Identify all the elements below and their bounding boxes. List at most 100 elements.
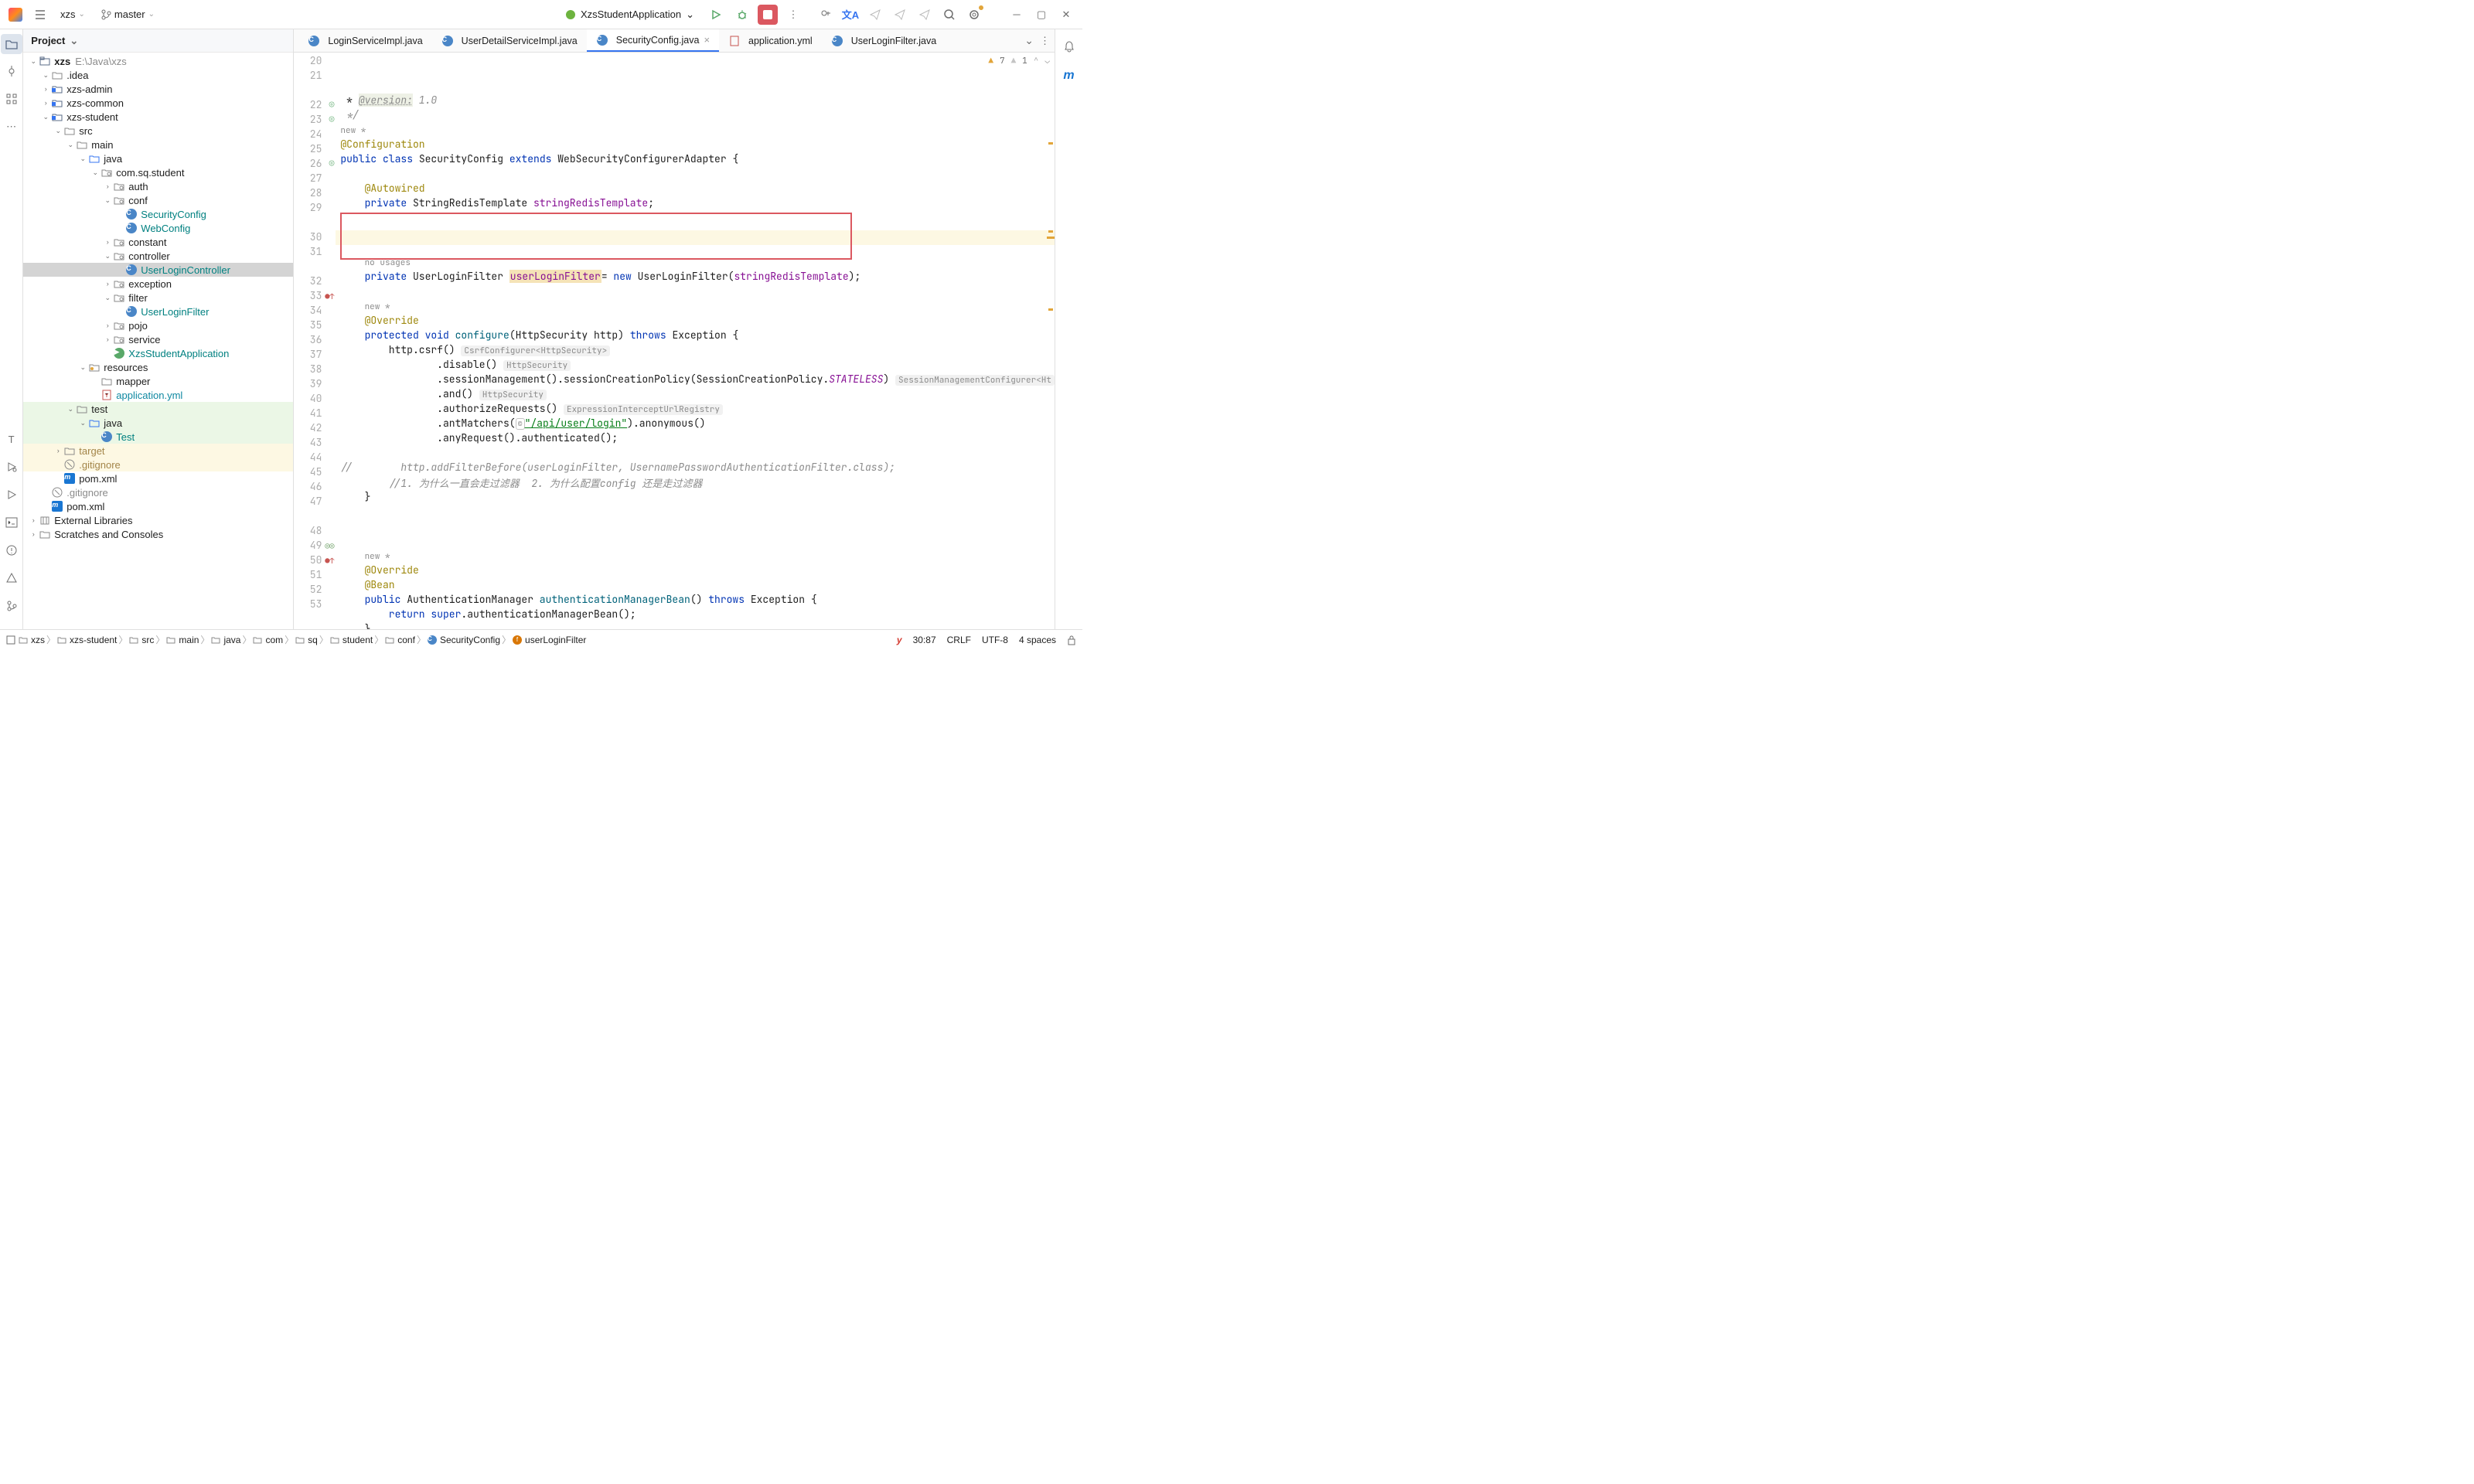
project-crumb[interactable]: xzs⌄: [54, 5, 91, 23]
tree-item[interactable]: ›External Libraries: [23, 513, 293, 527]
code-editor[interactable]: 202122◎23◎242526◎27282930313233●↑3435363…: [294, 53, 1055, 629]
tree-item[interactable]: CUserLoginController: [23, 263, 293, 277]
breadcrumb-item[interactable]: student: [330, 635, 373, 645]
tabs-more-icon[interactable]: ⋮: [1040, 35, 1050, 47]
run-dashboard-button[interactable]: [1, 484, 22, 505]
breadcrumb-toggle[interactable]: [6, 635, 15, 645]
bookmarks-tool-button[interactable]: T: [1, 428, 22, 450]
more-actions-icon[interactable]: ⋮: [782, 4, 804, 26]
terminal-tool-button[interactable]: [1, 512, 22, 533]
send-icon[interactable]: [864, 4, 886, 26]
tree-item[interactable]: ⌄com.sq.student: [23, 165, 293, 179]
build-tool-button[interactable]: [1, 567, 22, 589]
tree-item[interactable]: ⌄java: [23, 416, 293, 430]
translate-icon[interactable]: 文A: [840, 4, 861, 26]
tree-item[interactable]: ⌄xzs-student: [23, 110, 293, 124]
line-separator[interactable]: CRLF: [947, 635, 971, 645]
run-gutter-icon[interactable]: ◎: [329, 114, 335, 125]
editor-gutter[interactable]: 202122◎23◎242526◎27282930313233●↑3435363…: [294, 53, 336, 629]
more-tools-icon[interactable]: ⋯: [1, 116, 22, 138]
run-gutter-icon[interactable]: ◎: [329, 158, 335, 169]
inspection-widget[interactable]: ▲7 ▲1 ^⌄: [988, 56, 1050, 66]
editor-tab[interactable]: CUserLoginFilter.java: [822, 29, 946, 52]
tree-item[interactable]: ›xzs-admin: [23, 82, 293, 96]
tree-item[interactable]: application.yml: [23, 388, 293, 402]
maven-button[interactable]: m: [1058, 65, 1080, 87]
tree-item[interactable]: mpom.xml: [23, 471, 293, 485]
maximize-button[interactable]: ▢: [1030, 4, 1053, 26]
close-button[interactable]: ✕: [1055, 4, 1078, 26]
structure-tool-button[interactable]: [1, 88, 22, 110]
tree-item[interactable]: ⌄.idea: [23, 68, 293, 82]
breadcrumb-item[interactable]: fuserLoginFilter: [513, 635, 586, 645]
app-logo[interactable]: [5, 4, 26, 26]
override-icon[interactable]: ●↑: [325, 556, 334, 566]
tree-item[interactable]: ⌄controller: [23, 249, 293, 263]
vcs-branch-crumb[interactable]: master⌄: [94, 5, 161, 23]
tree-item[interactable]: .gitignore: [23, 458, 293, 471]
editor-tab[interactable]: application.yml: [719, 29, 822, 52]
tree-item[interactable]: ›xzs-common: [23, 96, 293, 110]
tree-item[interactable]: ⌄conf: [23, 193, 293, 207]
tree-item[interactable]: ⌄src: [23, 124, 293, 138]
tree-item[interactable]: ⌄filter: [23, 291, 293, 305]
tree-item[interactable]: .gitignore: [23, 485, 293, 499]
run-config-selector[interactable]: XzsStudentApplication⌄: [559, 5, 700, 24]
tree-item[interactable]: ›exception: [23, 277, 293, 291]
tree-item[interactable]: ›auth: [23, 179, 293, 193]
tree-item[interactable]: ⌄resources: [23, 360, 293, 374]
send-alt-icon[interactable]: [889, 4, 911, 26]
run-button[interactable]: [705, 4, 727, 26]
hamburger-icon[interactable]: [29, 4, 51, 26]
breadcrumb-item[interactable]: java: [211, 635, 240, 645]
editor-scrollbar[interactable]: [1047, 76, 1055, 629]
tree-item[interactable]: ›Scratches and Consoles: [23, 527, 293, 541]
tree-item[interactable]: ⌄java: [23, 151, 293, 165]
tree-item[interactable]: CWebConfig: [23, 221, 293, 235]
search-icon[interactable]: [939, 4, 960, 26]
tree-item[interactable]: mapper: [23, 374, 293, 388]
tree-item[interactable]: ⌄test: [23, 402, 293, 416]
breadcrumb-item[interactable]: sq: [295, 635, 318, 645]
indent-widget[interactable]: 4 spaces: [1019, 635, 1056, 645]
tree-item[interactable]: ⌄main: [23, 138, 293, 151]
tree-item[interactable]: CTest: [23, 430, 293, 444]
file-encoding[interactable]: UTF-8: [982, 635, 1008, 645]
settings-icon[interactable]: [963, 4, 985, 26]
readonly-lock-icon[interactable]: [1067, 635, 1076, 645]
tree-item[interactable]: ▶XzsStudentApplication: [23, 346, 293, 360]
editor-tab[interactable]: CLoginServiceImpl.java: [298, 29, 431, 52]
minimize-button[interactable]: ─: [1005, 4, 1028, 26]
breadcrumb-item[interactable]: xzs: [19, 635, 45, 645]
tree-item[interactable]: CUserLoginFilter: [23, 305, 293, 318]
tree-item[interactable]: ›pojo: [23, 318, 293, 332]
tree-item[interactable]: CSecurityConfig: [23, 207, 293, 221]
breadcrumbs[interactable]: xzs〉xzs-student〉src〉main〉java〉com〉sq〉stu…: [19, 633, 586, 646]
send-alt2-icon[interactable]: [914, 4, 935, 26]
project-tree[interactable]: ⌄ xzs E:\Java\xzs ⌄.idea›xzs-admin›xzs-c…: [23, 53, 293, 629]
override-icon[interactable]: ◎◎: [325, 541, 334, 551]
commit-tool-button[interactable]: [1, 60, 22, 82]
breadcrumb-item[interactable]: main: [166, 635, 199, 645]
tree-item[interactable]: ›service: [23, 332, 293, 346]
tree-item[interactable]: mpom.xml: [23, 499, 293, 513]
tree-item[interactable]: ›target: [23, 444, 293, 458]
tree-root[interactable]: ⌄ xzs E:\Java\xzs: [23, 54, 293, 68]
caret-position[interactable]: 30:87: [913, 635, 936, 645]
breadcrumb-item[interactable]: src: [129, 635, 154, 645]
tabs-dropdown-icon[interactable]: ⌄: [1024, 34, 1034, 47]
breadcrumb-item[interactable]: xzs-student: [57, 635, 117, 645]
run-tool-button[interactable]: [1, 456, 22, 478]
run-gutter-icon[interactable]: ◎: [329, 100, 335, 111]
breadcrumb-item[interactable]: com: [253, 635, 283, 645]
code-content[interactable]: ▲7 ▲1 ^⌄ * @version: 1.0 */new *@Configu…: [336, 53, 1055, 629]
editor-tab[interactable]: CUserDetailServiceImpl.java: [432, 29, 587, 52]
tree-item[interactable]: ›constant: [23, 235, 293, 249]
close-tab-icon[interactable]: ×: [704, 34, 710, 46]
project-panel-header[interactable]: Project⌄: [23, 29, 293, 53]
breadcrumb-item[interactable]: CSecurityConfig: [428, 635, 500, 645]
intention-bulb-icon[interactable]: 💡: [336, 270, 337, 283]
code-with-me-icon[interactable]: [815, 4, 837, 26]
vcs-tool-button[interactable]: [1, 595, 22, 617]
problems-tool-button[interactable]: [1, 539, 22, 561]
